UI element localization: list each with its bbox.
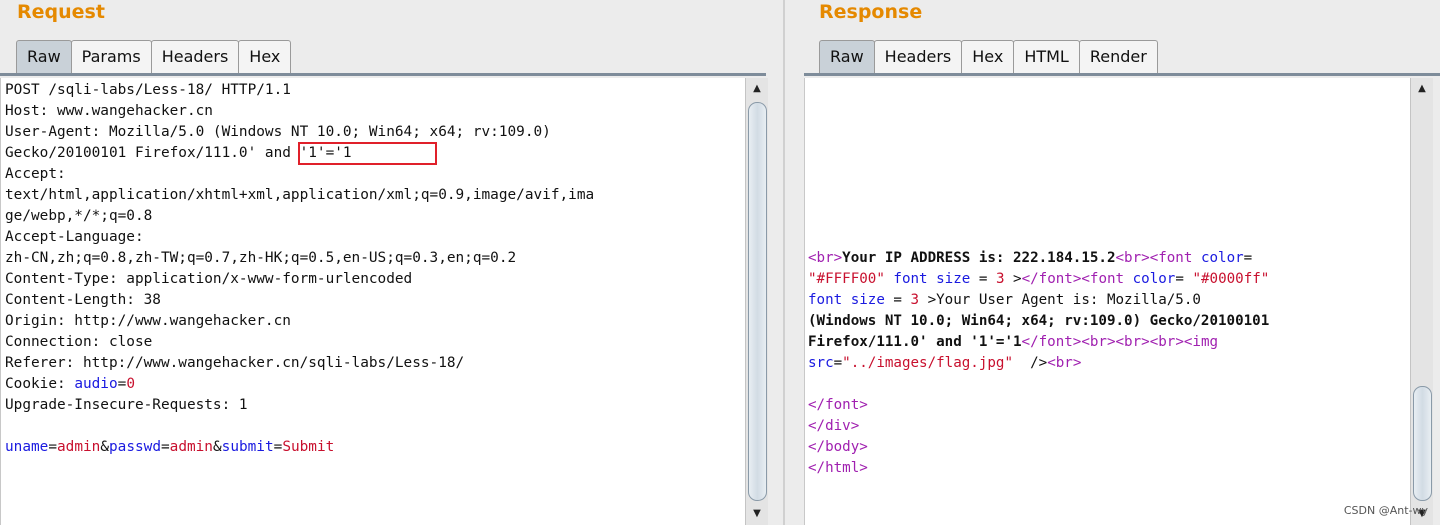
scroll-up-arrow-icon[interactable]: ▲ (746, 78, 768, 100)
request-tab-hex[interactable]: Hex (238, 40, 292, 73)
request-line-10: Content-Type: application/x-www-form-url… (5, 271, 413, 287)
request-scrollbar[interactable]: ▲ ▼ (745, 78, 768, 525)
param-value-submit: Submit (282, 439, 335, 455)
cookie-eq: = (117, 376, 127, 392)
cookie-line: Cookie: audio=0 (5, 376, 135, 392)
response-body-text[interactable]: <br>Your IP ADDRESS is: 222.184.15.2<br>… (808, 248, 1269, 479)
response-tab-underline (804, 73, 1440, 76)
response-tab-raw[interactable]: Raw (819, 40, 875, 73)
response-tab-headers[interactable]: Headers (873, 40, 963, 73)
response-line: "#FFFF00" font size = 3 ></font><font co… (808, 271, 1270, 287)
request-tab-raw[interactable]: Raw (16, 40, 72, 73)
response-line: Firefox/111.0' and '1'='1</font><br><br>… (808, 334, 1219, 350)
response-line: src="../images/flag.jpg" /><br> (808, 355, 1082, 371)
response-line: <br>Your IP ADDRESS is: 222.184.15.2<br>… (808, 250, 1253, 266)
request-line-16: Upgrade-Insecure-Requests: 1 (5, 397, 248, 413)
request-line-3: User-Agent: Mozilla/5.0 (Windows NT 10.0… (5, 124, 551, 140)
request-line-1: POST /sqli-labs/Less-18/ HTTP/1.1 (5, 82, 291, 98)
request-line-8: Accept-Language: (5, 229, 144, 245)
request-tab-headers[interactable]: Headers (150, 40, 240, 73)
cookie-name: audio (74, 376, 118, 392)
response-scroll-thumb[interactable] (1413, 386, 1432, 501)
response-line: </font> (808, 397, 868, 413)
request-tab-params[interactable]: Params (70, 40, 152, 73)
request-tabs: Raw Params Headers Hex (16, 40, 292, 73)
response-tab-html[interactable]: HTML (1013, 40, 1080, 73)
cookie-value: 0 (126, 376, 135, 392)
response-tabs: Raw Headers Hex HTML Render (819, 40, 1158, 73)
panel-divider[interactable] (770, 0, 790, 525)
response-line: </html> (808, 460, 868, 476)
scroll-up-arrow-icon[interactable]: ▲ (1411, 78, 1433, 100)
request-line-11: Content-Length: 38 (5, 292, 161, 308)
response-line: </body> (808, 439, 868, 455)
response-title: Response (819, 1, 923, 23)
request-scroll-thumb[interactable] (748, 102, 767, 501)
request-tab-underline (0, 73, 766, 76)
request-title: Request (17, 1, 105, 23)
request-line-13: Connection: close (5, 334, 153, 350)
watermark: CSDN @Ant-wy (1343, 504, 1428, 517)
request-line-2: Host: www.wangehacker.cn (5, 103, 213, 119)
request-line-7: ge/webp,*/*;q=0.8 (5, 208, 153, 224)
response-scrollbar[interactable]: ▲ ▼ (1410, 78, 1433, 525)
response-tab-render[interactable]: Render (1078, 40, 1158, 73)
scroll-down-arrow-icon[interactable]: ▼ (746, 503, 768, 525)
request-panel: Request Raw Params Headers Hex POST /sql… (0, 0, 770, 525)
response-line: </div> (808, 418, 860, 434)
request-line-14: Referer: http://www.wangehacker.cn/sqli-… (5, 355, 465, 371)
param-name-uname: uname (5, 439, 49, 455)
request-line-12: Origin: http://www.wangehacker.cn (5, 313, 291, 329)
request-line-5: Accept: (5, 166, 66, 182)
request-body-text[interactable]: POST /sqli-labs/Less-18/ HTTP/1.1 Host: … (5, 80, 594, 458)
response-panel: Response Raw Headers Hex HTML Render <br… (790, 0, 1440, 525)
divider-line (783, 0, 785, 525)
request-line-9: zh-CN,zh;q=0.8,zh-TW;q=0.7,zh-HK;q=0.5,e… (5, 250, 517, 266)
response-line: font size = 3 >Your User Agent is: Mozil… (808, 292, 1201, 308)
param-name-submit: submit (221, 439, 274, 455)
cookie-prefix: Cookie: (5, 376, 75, 392)
injection-highlight-box (298, 142, 437, 165)
param-name-passwd: passwd (109, 439, 161, 455)
param-value-uname: admin (57, 439, 101, 455)
request-line-6: text/html,application/xhtml+xml,applicat… (5, 187, 595, 203)
param-value-passwd: admin (169, 439, 213, 455)
response-line: (Windows NT 10.0; Win64; x64; rv:109.0) … (808, 313, 1270, 329)
response-editor[interactable]: <br>Your IP ADDRESS is: 222.184.15.2<br>… (804, 78, 1425, 525)
body-params-line: uname=admin&passwd=admin&submit=Submit (5, 439, 335, 455)
response-tab-hex[interactable]: Hex (961, 40, 1015, 73)
